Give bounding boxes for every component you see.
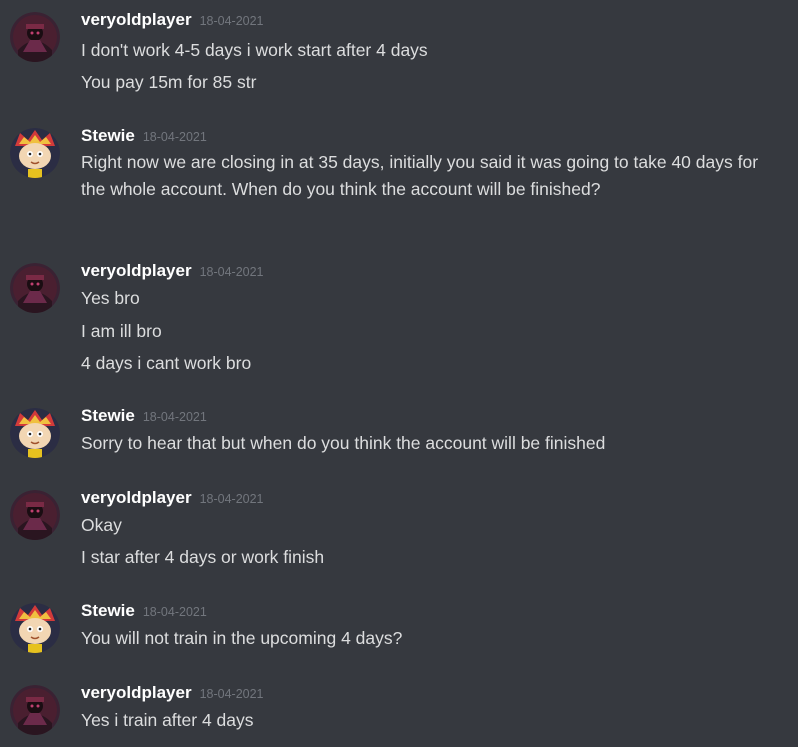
message-header: veryoldplayer 18-04-2021	[81, 10, 264, 32]
author-name[interactable]: veryoldplayer	[81, 261, 192, 280]
timestamp: 18-04-2021	[142, 605, 207, 619]
message-header: Stewie 18-04-2021	[81, 601, 207, 623]
timestamp: 18-04-2021	[142, 410, 207, 424]
message-text: 4 days i cant work bro	[81, 353, 252, 373]
author-name[interactable]: veryoldplayer	[81, 683, 192, 702]
veryoldplayer-avatar-icon	[10, 685, 60, 735]
message-header: Stewie 18-04-2021	[81, 406, 207, 428]
stewie-avatar-icon	[10, 603, 60, 653]
avatar[interactable]	[10, 12, 60, 62]
author-name[interactable]: veryoldplayer	[81, 10, 192, 29]
message-text: Right now we are closing in at 35 days, …	[81, 152, 759, 199]
avatar[interactable]	[10, 603, 60, 653]
author-name[interactable]: Stewie	[81, 126, 135, 145]
avatar[interactable]	[10, 408, 60, 458]
veryoldplayer-avatar-icon	[10, 12, 60, 62]
avatar[interactable]	[10, 490, 60, 540]
timestamp: 18-04-2021	[199, 492, 264, 506]
stewie-avatar-icon	[10, 128, 60, 178]
message-text: I don't work 4-5 days i work start after…	[81, 40, 428, 60]
message-header: veryoldplayer 18-04-2021	[81, 488, 264, 510]
stewie-avatar-icon	[10, 408, 60, 458]
author-name[interactable]: veryoldplayer	[81, 488, 192, 507]
author-name[interactable]: Stewie	[81, 601, 135, 620]
message-text: I am ill bro	[81, 321, 162, 341]
avatar[interactable]	[10, 685, 60, 735]
message-header: veryoldplayer 18-04-2021	[81, 683, 264, 705]
avatar[interactable]	[10, 263, 60, 313]
message-text: I star after 4 days or work finish	[81, 547, 325, 567]
message-text: Yes bro	[81, 288, 140, 308]
message-text: Yes i train after 4 days	[81, 710, 254, 730]
avatar[interactable]	[10, 128, 60, 178]
timestamp: 18-04-2021	[199, 14, 264, 28]
message-header: veryoldplayer 18-04-2021	[81, 261, 264, 283]
timestamp: 18-04-2021	[199, 265, 264, 279]
timestamp: 18-04-2021	[142, 130, 207, 144]
message-text: Sorry to hear that but when do you think…	[81, 433, 606, 453]
timestamp: 18-04-2021	[199, 687, 264, 701]
message-text: Okay	[81, 515, 122, 535]
message-text: You pay 15m for 85 str	[81, 72, 257, 92]
chat-log: veryoldplayer 18-04-2021 I don't work 4-5…	[0, 0, 798, 747]
message-header: Stewie 18-04-2021	[81, 126, 207, 148]
message-text: You will not train in the upcoming 4 day…	[81, 628, 403, 648]
veryoldplayer-avatar-icon	[10, 263, 60, 313]
author-name[interactable]: Stewie	[81, 406, 135, 425]
veryoldplayer-avatar-icon	[10, 490, 60, 540]
